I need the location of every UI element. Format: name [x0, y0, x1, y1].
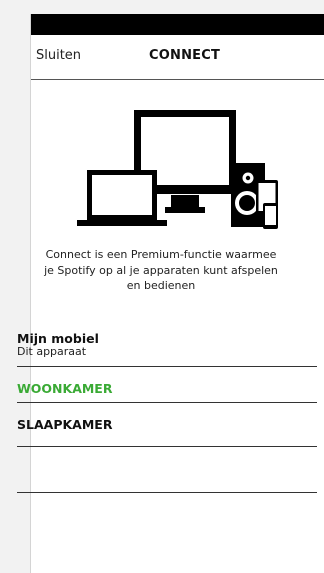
device-item-mijn-mobiel[interactable]: Mijn mobiel Dit apparaat: [17, 329, 317, 367]
device-list: Mijn mobiel Dit apparaat WOONKAMER SLAAP…: [17, 329, 317, 493]
device-item-woonkamer[interactable]: WOONKAMER: [17, 367, 317, 403]
device-item-slaapkamer[interactable]: SLAAPKAMER: [17, 403, 317, 447]
page-title: CONNECT: [149, 48, 221, 63]
connect-description: Connect is een Premium-functie waarmee j…: [0, 247, 322, 294]
device-item-empty: [17, 447, 317, 493]
description-line: en bedienen: [126, 279, 196, 292]
device-name: SLAAPKAMER: [17, 417, 113, 432]
device-name: WOONKAMER: [17, 381, 113, 396]
device-name: Mijn mobiel: [17, 331, 99, 346]
status-bar: [31, 14, 324, 35]
close-button[interactable]: Sluiten: [36, 48, 81, 63]
description-line: Connect is een Premium-functie waarmee: [45, 248, 277, 261]
description-line: je Spotify op al je apparaten kunt afspe…: [44, 263, 278, 277]
navigation-bar: Sluiten CONNECT: [31, 35, 324, 80]
device-subtitle: Dit apparaat: [17, 345, 87, 358]
connect-devices-icon: [77, 110, 278, 229]
